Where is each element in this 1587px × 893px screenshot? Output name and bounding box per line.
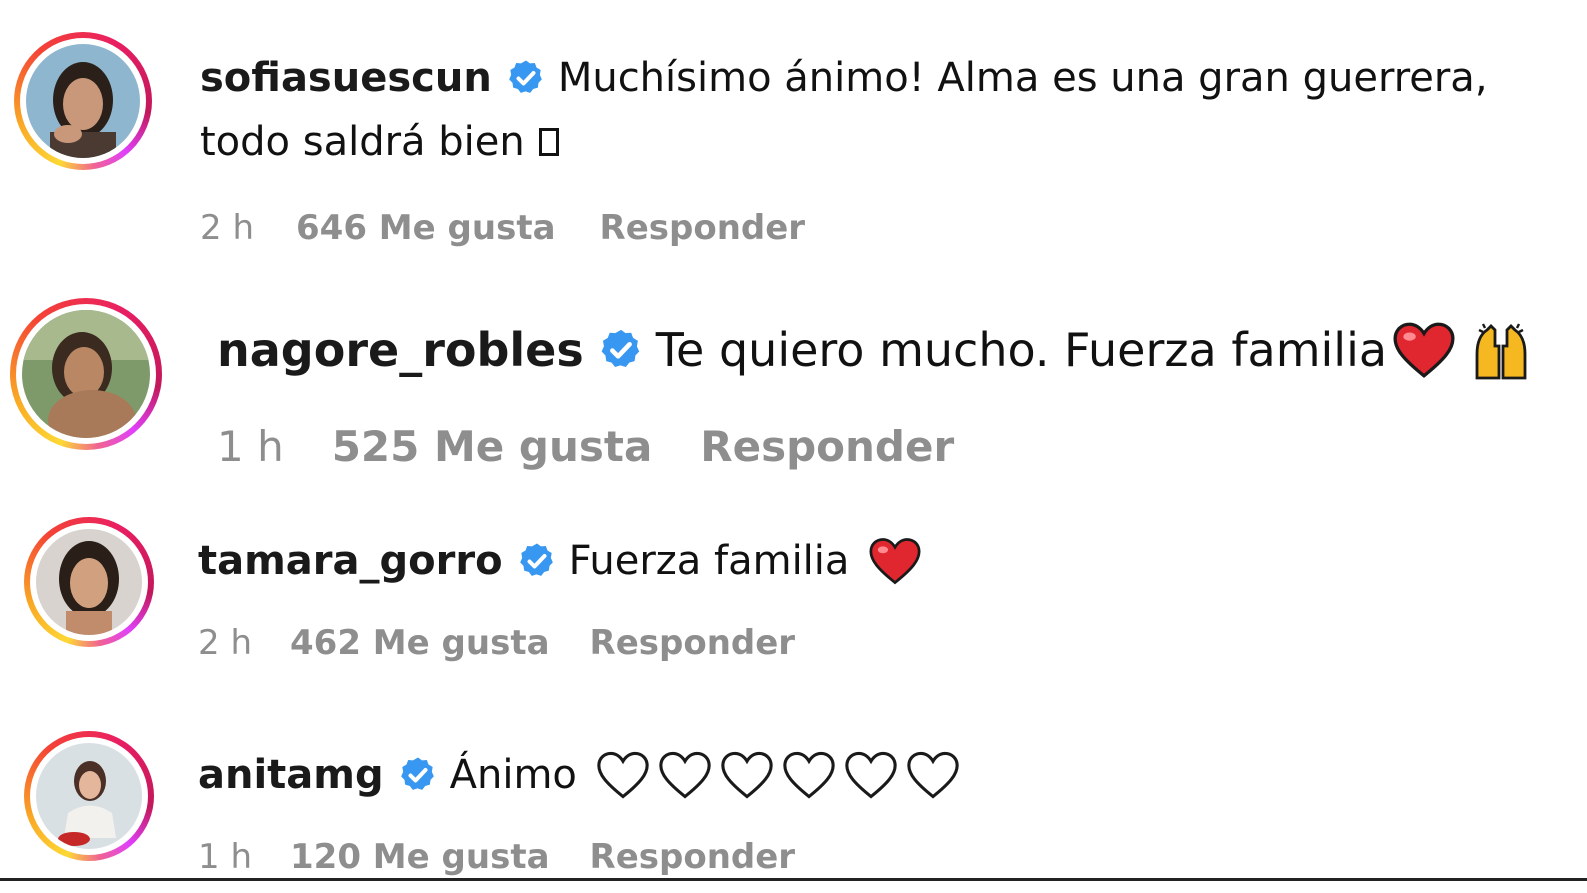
reply-button[interactable]: Responder — [700, 422, 954, 471]
reply-button[interactable]: Responder — [590, 623, 796, 663]
comment-username[interactable]: sofiasuescun — [200, 55, 492, 101]
verified-badge-icon — [598, 327, 644, 373]
verified-badge-icon — [398, 755, 438, 795]
profile-photo-icon — [36, 529, 142, 635]
comment-text-continued: todo saldrá bien — [200, 119, 525, 165]
likes-count-button[interactable]: 646 Me gusta — [296, 208, 556, 248]
missing-glyph-icon — [538, 128, 559, 156]
comment-username[interactable]: anitamg — [198, 752, 384, 798]
comments-screen: sofiasuescun Muchísimo ánimo! Alma es un… — [0, 0, 1587, 893]
comment-username[interactable]: tamara_gorro — [198, 538, 503, 584]
comment-username[interactable]: nagore_robles — [217, 323, 584, 377]
raising-hands-icon — [1469, 318, 1533, 382]
avatar[interactable] — [24, 517, 154, 647]
white-heart-icon — [905, 750, 961, 800]
likes-count-button[interactable]: 525 Me gusta — [332, 422, 653, 471]
likes-count-button[interactable]: 120 Me gusta — [290, 837, 550, 877]
comment-time: 2 h — [200, 208, 254, 248]
white-heart-icon — [595, 750, 651, 800]
white-heart-icon — [843, 750, 899, 800]
bottom-divider — [0, 878, 1587, 893]
avatar[interactable] — [24, 731, 154, 861]
comment-item: sofiasuescun Muchísimo ánimo! Alma es un… — [0, 0, 1587, 260]
comment-item: anitamg Ánimo 1 h 120 Me gusta Responder — [0, 725, 1587, 893]
comment-text: Fuerza familia — [568, 538, 850, 584]
verified-badge-icon — [517, 541, 557, 581]
comment-text: Te quiero mucho. Fuerza familia — [655, 323, 1388, 377]
reply-button[interactable]: Responder — [590, 837, 796, 877]
comment-time: 2 h — [198, 623, 252, 663]
white-heart-icon — [781, 750, 837, 800]
white-heart-icon — [657, 750, 713, 800]
reply-button[interactable]: Responder — [600, 208, 806, 248]
verified-badge-icon — [506, 58, 546, 98]
profile-photo-icon — [26, 44, 140, 158]
comment-text: Muchísimo ánimo! Alma es una gran guerre… — [557, 55, 1488, 101]
profile-photo-icon — [36, 743, 142, 849]
comment-time: 1 h — [217, 421, 284, 471]
comment-item: tamara_gorro Fuerza familia 2 h 462 Me g… — [0, 505, 1587, 705]
comment-text: Ánimo — [449, 752, 577, 798]
comment-item: nagore_robles Te quiero mucho. Fuerza fa… — [0, 280, 1587, 490]
profile-photo-icon — [22, 310, 150, 438]
red-heart-icon — [867, 536, 923, 586]
avatar[interactable] — [14, 32, 152, 170]
red-heart-icon — [1391, 320, 1457, 380]
likes-count-button[interactable]: 462 Me gusta — [290, 623, 550, 663]
comment-time: 1 h — [198, 837, 252, 877]
avatar[interactable] — [10, 298, 162, 450]
white-heart-icon — [719, 750, 775, 800]
